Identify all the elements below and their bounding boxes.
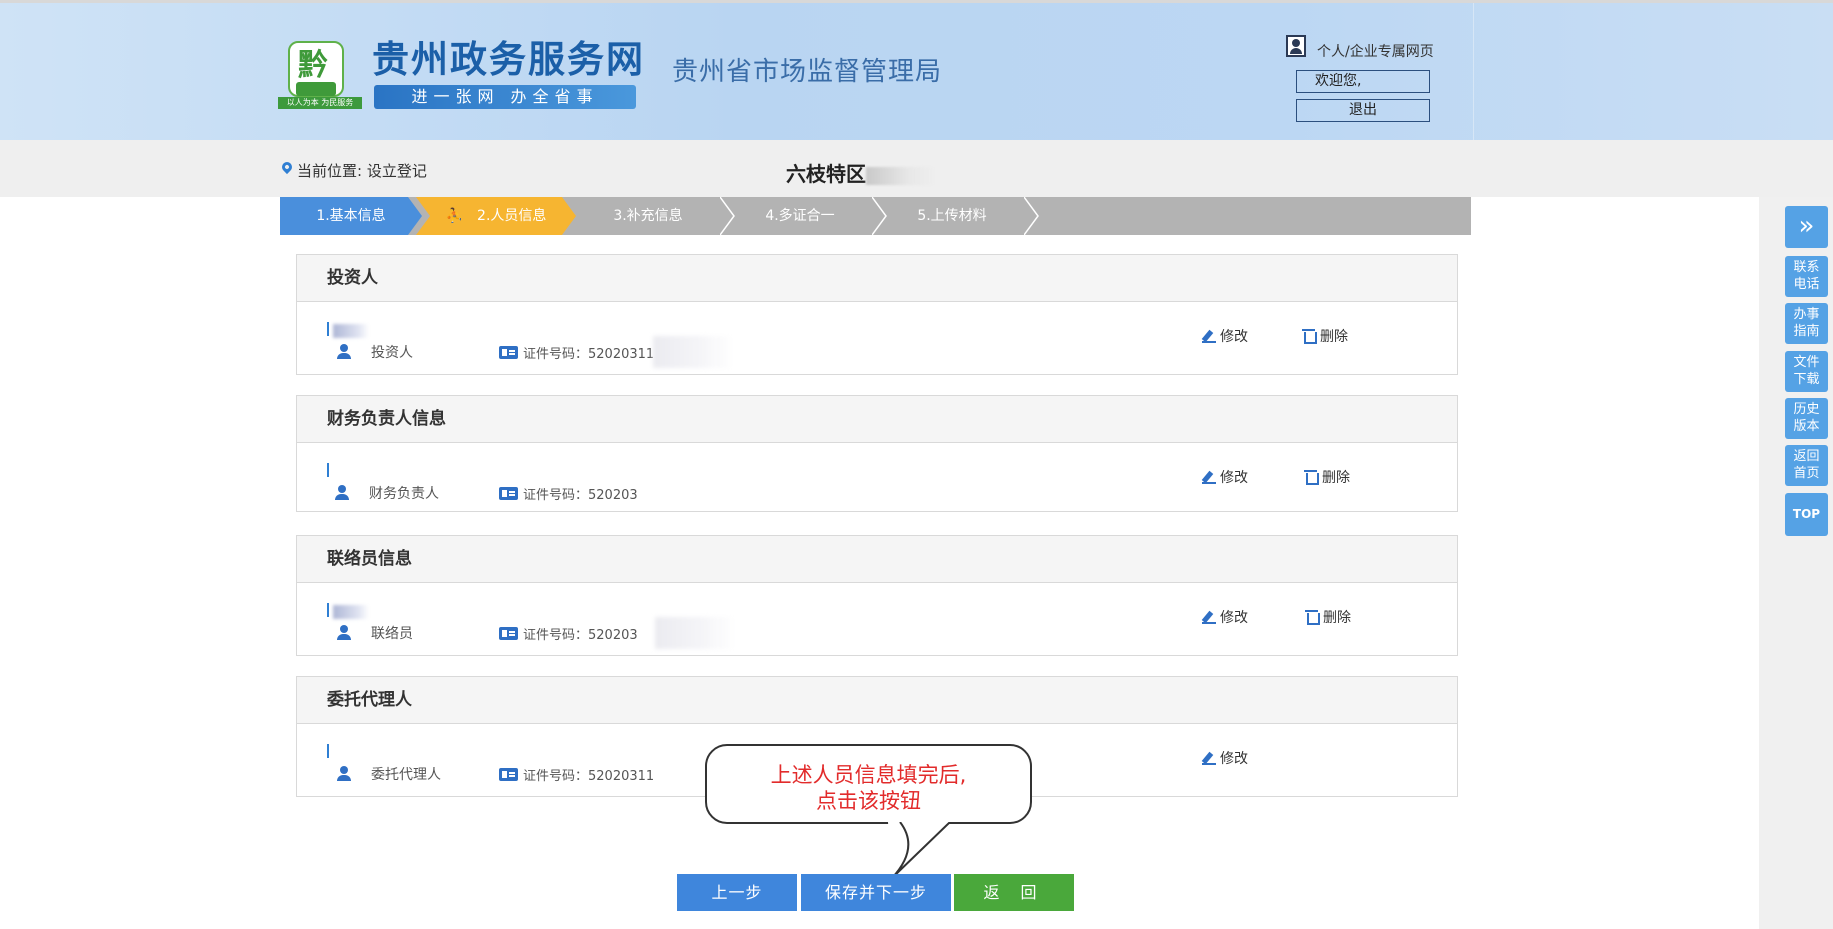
edit-button[interactable]: 修改 — [1202, 467, 1248, 487]
instruction-callout: 上述人员信息填完后, 点击该按钮 — [705, 744, 1032, 824]
edit-button[interactable]: 修改 — [1202, 607, 1248, 627]
step-supplementary-info[interactable]: 3.补充信息 — [568, 197, 728, 235]
finance-officer-section: 财务负责人信息 财务负责人 证件号码：520203 修改 删除 — [296, 395, 1458, 512]
edit-label: 修改 — [1220, 470, 1248, 486]
step-personnel-label: 2.人员信息 — [477, 208, 547, 224]
save-and-next-button[interactable]: 保存并下一步 — [801, 874, 951, 911]
service-guide-button[interactable]: 办事 指南 — [1785, 303, 1828, 344]
logo-mark-icon: 黔 — [288, 41, 344, 97]
redacted-name — [333, 605, 369, 619]
progress-steps: 1.基本信息 ⛹ 2.人员信息 3.补充信息 4.多证合一 5.上传材料 — [280, 197, 1471, 235]
section-title: 投资人 — [297, 255, 1457, 302]
site-logo[interactable]: 黔 以人为本 为民服务 — [278, 41, 362, 109]
section-title: 联络员信息 — [297, 536, 1457, 583]
name-marker — [327, 603, 329, 617]
edit-button[interactable]: 修改 — [1202, 748, 1248, 768]
edit-icon — [1202, 750, 1217, 765]
trash-icon — [1302, 328, 1317, 344]
id-card-icon — [499, 768, 518, 781]
scroll-top-button[interactable]: TOP — [1785, 493, 1828, 536]
name-marker — [327, 744, 329, 758]
trash-icon — [1304, 469, 1319, 485]
company-name: 六枝特区 — [786, 158, 936, 187]
id-number: 证件号码：52020311 — [523, 347, 655, 362]
step-multi-cert[interactable]: 4.多证合一 — [720, 197, 880, 235]
site-title: 贵州政务服务网 — [372, 37, 645, 81]
step-divider — [872, 197, 888, 235]
edit-button[interactable]: 修改 — [1202, 326, 1248, 346]
runner-icon: ⛹ — [445, 208, 464, 224]
welcome-user-button[interactable]: 欢迎您, — [1296, 70, 1430, 93]
delete-label: 删除 — [1320, 329, 1348, 345]
person-icon — [337, 625, 351, 641]
site-slogan: 进一张网 办全省事 — [374, 85, 636, 109]
delete-button[interactable]: 删除 — [1305, 607, 1351, 627]
company-name-prefix: 六枝特区 — [786, 162, 866, 186]
person-role: 投资人 — [371, 345, 413, 361]
id-number: 证件号码：52020311 — [523, 769, 655, 784]
step-divider — [720, 197, 736, 235]
name-marker — [327, 322, 329, 336]
file-download-button[interactable]: 文件 下载 — [1785, 351, 1828, 392]
edit-icon — [1202, 328, 1217, 343]
step-personnel-info[interactable]: ⛹ 2.人员信息 — [416, 197, 576, 235]
person-icon — [337, 766, 351, 782]
expand-toolbar-button[interactable]: » — [1785, 206, 1828, 248]
contact-phone-button[interactable]: 联系 电话 — [1785, 256, 1828, 297]
user-portal-link[interactable]: 个人/企业专属网页 — [1317, 41, 1434, 61]
callout-pointer — [888, 822, 951, 879]
callout-line-1: 上述人员信息填完后, — [770, 763, 967, 787]
id-card-icon — [499, 487, 518, 500]
callout-line-2: 点击该按钮 — [816, 789, 921, 813]
edit-icon — [1202, 609, 1217, 624]
person-row: 投资人 证件号码：52020311 修改 删除 — [297, 302, 1457, 374]
section-title: 财务负责人信息 — [297, 396, 1457, 443]
name-marker — [327, 463, 329, 477]
person-row: 联络员 证件号码：520203 修改 删除 — [297, 583, 1457, 655]
id-card-icon — [499, 627, 518, 640]
person-icon — [337, 344, 351, 360]
history-version-button[interactable]: 历史 版本 — [1785, 398, 1828, 439]
person-icon — [335, 485, 349, 501]
site-header: 黔 以人为本 为民服务 贵州政务服务网 进一张网 办全省事 贵州省市场监督管理局… — [0, 0, 1833, 143]
id-number: 证件号码：520203 — [523, 488, 638, 503]
back-button[interactable]: 返 回 — [954, 874, 1074, 911]
delete-label: 删除 — [1322, 470, 1350, 486]
breadcrumb: 当前位置: 设立登记 — [297, 162, 427, 180]
delete-button[interactable]: 删除 — [1302, 326, 1348, 346]
step-upload-materials[interactable]: 5.上传材料 — [872, 197, 1032, 235]
investor-section: 投资人 投资人 证件号码：52020311 修改 删除 — [296, 254, 1458, 375]
redacted-id — [655, 617, 735, 649]
person-role: 财务负责人 — [369, 486, 439, 502]
section-title: 委托代理人 — [297, 677, 1457, 724]
return-home-button[interactable]: 返回 首页 — [1785, 445, 1828, 486]
edit-label: 修改 — [1220, 751, 1248, 767]
id-number: 证件号码：520203 — [523, 628, 638, 643]
edit-label: 修改 — [1220, 329, 1248, 345]
step-divider — [1024, 197, 1040, 235]
redacted-id — [653, 336, 733, 368]
edit-label: 修改 — [1220, 610, 1248, 626]
liaison-section: 联络员信息 联络员 证件号码：520203 修改 删除 — [296, 535, 1458, 656]
logo-tagline: 以人为本 为民服务 — [278, 97, 362, 109]
redacted-name — [333, 324, 369, 338]
logout-button[interactable]: 退出 — [1296, 99, 1430, 122]
person-row: 财务负责人 证件号码：520203 修改 删除 — [297, 443, 1457, 511]
delete-label: 删除 — [1323, 610, 1351, 626]
id-card-icon — [499, 346, 518, 359]
redacted-company-name — [866, 166, 936, 185]
delete-button[interactable]: 删除 — [1304, 467, 1350, 487]
previous-step-button[interactable]: 上一步 — [677, 874, 797, 911]
trash-icon — [1305, 609, 1320, 625]
bureau-name: 贵州省市场监督管理局 — [672, 57, 943, 87]
person-role: 联络员 — [371, 626, 413, 642]
edit-icon — [1202, 469, 1217, 484]
step-basic-info[interactable]: 1.基本信息 — [280, 197, 422, 235]
user-profile-icon — [1286, 35, 1306, 57]
person-role: 委托代理人 — [371, 767, 441, 783]
